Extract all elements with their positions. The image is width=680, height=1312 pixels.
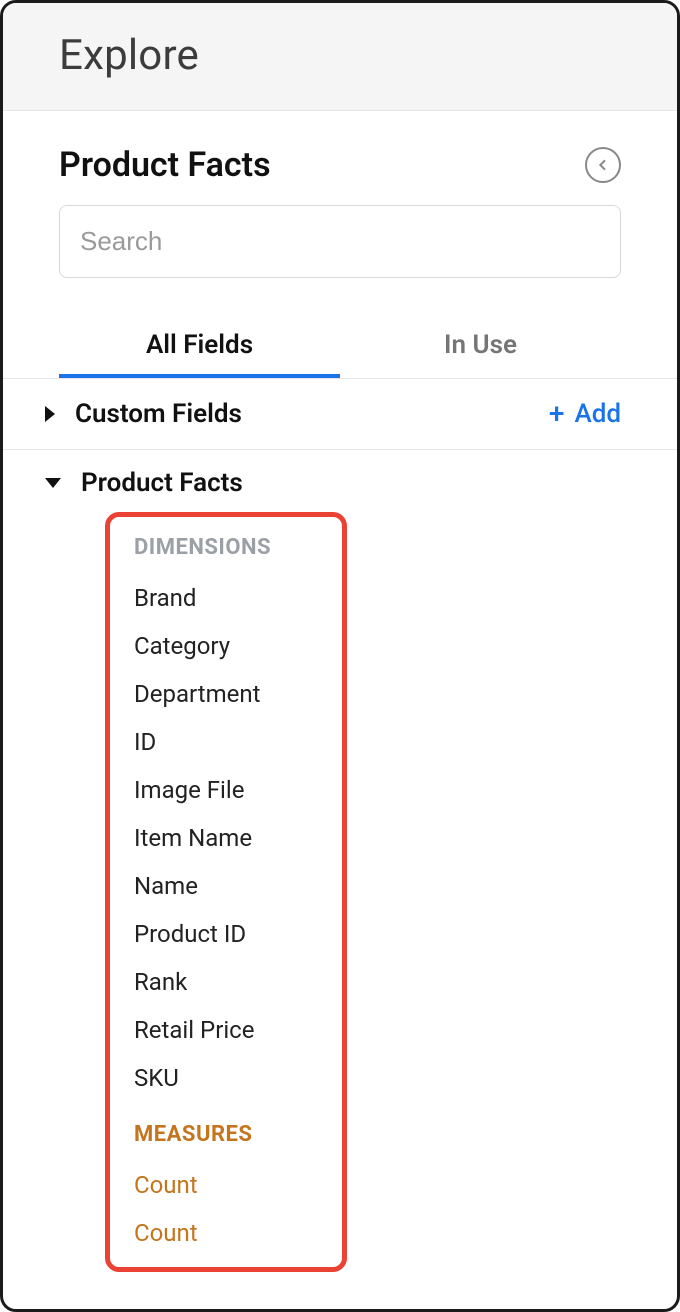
- search-input[interactable]: [59, 205, 621, 278]
- add-custom-field-button[interactable]: + Add: [549, 399, 621, 429]
- app-frame: Explore Product Facts All Fields In Use …: [0, 0, 680, 1312]
- dimension-field[interactable]: Name: [134, 862, 318, 910]
- dimension-field[interactable]: Item Name: [134, 814, 318, 862]
- dimensions-heading: DIMENSIONS: [134, 535, 318, 560]
- group-product-facts[interactable]: Product Facts: [45, 468, 621, 498]
- measure-field[interactable]: Count: [134, 1161, 318, 1209]
- group-label: Product Facts: [81, 468, 243, 498]
- tabs: All Fields In Use: [59, 318, 621, 378]
- caret-right-icon: [45, 406, 55, 422]
- field-picker-panel: Product Facts All Fields In Use: [3, 111, 677, 379]
- dimension-field[interactable]: Category: [134, 622, 318, 670]
- panel-header: Product Facts: [59, 145, 621, 185]
- fields-block: Product Facts DIMENSIONS BrandCategoryDe…: [3, 450, 677, 1272]
- custom-fields-label: Custom Fields: [75, 399, 242, 429]
- fields-highlight-box: DIMENSIONS BrandCategoryDepartmentIDImag…: [105, 512, 347, 1272]
- header: Explore: [3, 3, 677, 111]
- dimension-field[interactable]: Rank: [134, 958, 318, 1006]
- measures-list: CountCount: [134, 1161, 318, 1257]
- measures-heading: MEASURES: [134, 1122, 318, 1147]
- dimension-field[interactable]: ID: [134, 718, 318, 766]
- page-title: Explore: [59, 31, 639, 80]
- caret-down-icon: [45, 478, 61, 488]
- dimension-field[interactable]: Retail Price: [134, 1006, 318, 1054]
- dimension-field[interactable]: Product ID: [134, 910, 318, 958]
- dimension-field[interactable]: SKU: [134, 1054, 318, 1102]
- collapse-panel-button[interactable]: [585, 147, 621, 183]
- measure-field[interactable]: Count: [134, 1209, 318, 1257]
- plus-icon: +: [549, 400, 565, 428]
- custom-fields-left: Custom Fields: [45, 399, 242, 429]
- dimension-field[interactable]: Department: [134, 670, 318, 718]
- dimensions-list: BrandCategoryDepartmentIDImage FileItem …: [134, 574, 318, 1102]
- tab-in-use[interactable]: In Use: [340, 318, 621, 378]
- chevron-left-icon: [595, 157, 611, 173]
- custom-fields-row[interactable]: Custom Fields + Add: [3, 379, 677, 450]
- dimension-field[interactable]: Image File: [134, 766, 318, 814]
- dimension-field[interactable]: Brand: [134, 574, 318, 622]
- tab-all-fields[interactable]: All Fields: [59, 318, 340, 378]
- panel-title: Product Facts: [59, 145, 271, 185]
- add-label: Add: [574, 399, 621, 429]
